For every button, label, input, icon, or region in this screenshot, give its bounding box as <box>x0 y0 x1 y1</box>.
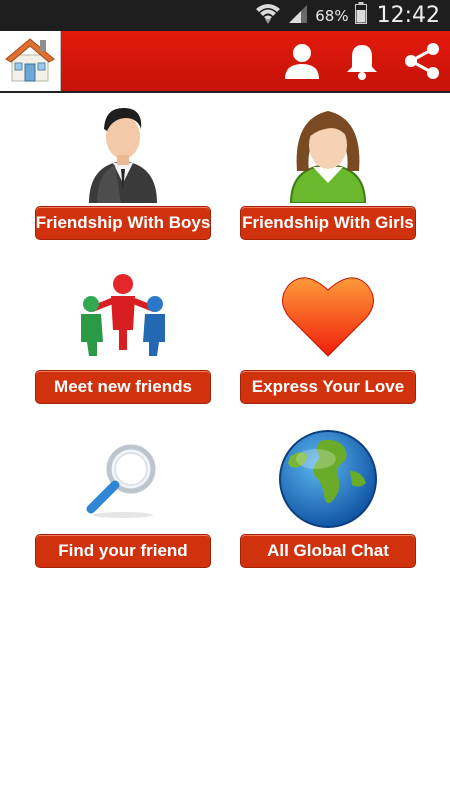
find-friend-button[interactable]: Find your friend <box>35 534 211 568</box>
boy-avatar-icon <box>35 95 211 207</box>
tile-friendship-girls[interactable]: Friendship With Girls <box>240 95 416 245</box>
wifi-icon <box>255 2 281 29</box>
tile-friendship-boys[interactable]: Friendship With Boys <box>35 95 211 245</box>
battery-icon <box>354 2 367 29</box>
heart-icon <box>240 259 416 371</box>
tile-find-friend[interactable]: Find your friend <box>35 423 211 573</box>
express-love-button[interactable]: Express Your Love <box>240 370 416 404</box>
friendship-girls-button[interactable]: Friendship With Girls <box>240 206 416 240</box>
share-icon[interactable] <box>402 41 442 81</box>
tile-express-love[interactable]: Express Your Love <box>240 259 416 409</box>
profile-icon[interactable] <box>282 41 322 81</box>
tile-global-chat[interactable]: All Global Chat <box>240 423 416 573</box>
friendship-boys-button[interactable]: Friendship With Boys <box>35 206 211 240</box>
tile-meet-new-friends[interactable]: Meet new friends <box>35 259 211 409</box>
home-button[interactable] <box>0 31 61 91</box>
signal-icon <box>287 3 309 28</box>
girl-avatar-icon <box>240 95 416 207</box>
magnifier-icon <box>35 423 211 535</box>
home-icon <box>3 35 57 88</box>
battery-percent: 68% <box>315 6 349 25</box>
globe-icon <box>240 423 416 535</box>
clock: 12:42 <box>376 3 440 28</box>
notification-bell-icon[interactable] <box>342 41 382 81</box>
meet-new-friends-button[interactable]: Meet new friends <box>35 370 211 404</box>
app-bar-actions <box>282 31 442 91</box>
status-bar: 68% 12:42 <box>0 0 450 31</box>
people-group-icon <box>35 259 211 371</box>
global-chat-button[interactable]: All Global Chat <box>240 534 416 568</box>
app-bar <box>0 31 450 93</box>
